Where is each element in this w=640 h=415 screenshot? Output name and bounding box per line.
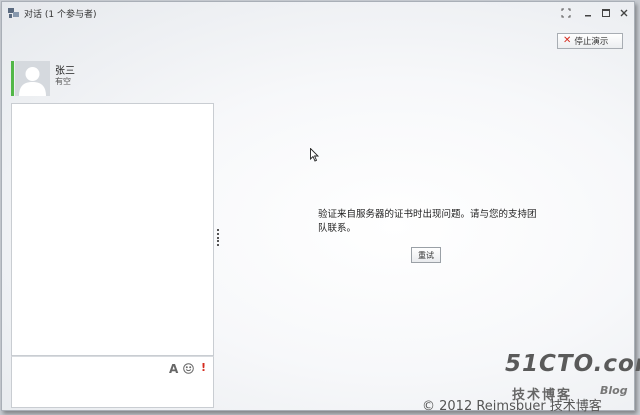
window-title: 对话 (1 个参与者) — [24, 10, 97, 20]
presence-indicator — [11, 61, 14, 96]
watermark-logo: 51CTO.com — [505, 351, 640, 377]
stop-presenting-label: 停止演示 — [574, 37, 609, 47]
watermark-copyright: © 2012 Reimsbuer 技术博客 — [422, 399, 602, 414]
avatar[interactable] — [15, 61, 50, 96]
minimize-icon[interactable] — [581, 6, 595, 20]
close-icon[interactable] — [617, 6, 631, 20]
font-button[interactable]: A — [169, 362, 178, 376]
high-importance-button[interactable]: ! — [201, 361, 206, 374]
maximize-icon[interactable] — [599, 6, 613, 20]
contact-name[interactable]: 张三 — [55, 62, 75, 77]
stop-presenting-button[interactable]: ✕ 停止演示 — [557, 33, 623, 49]
conversation-history[interactable] — [11, 103, 214, 356]
emoticon-icon[interactable] — [183, 363, 194, 374]
title-bar[interactable]: 对话 (1 个参与者) — [2, 2, 634, 24]
conversation-window: 对话 (1 个参与者) ✕ 停止演示 张三 有空 A ! 验证来自服务器的证书时… — [1, 1, 640, 414]
error-message: 验证来自服务器的证书时出现问题。请与您的支持团队联系。 — [318, 209, 537, 234]
message-input[interactable]: A ! — [11, 356, 214, 408]
contact-status: 有空 — [55, 77, 71, 86]
pane-splitter[interactable] — [216, 229, 219, 246]
fullscreen-icon[interactable] — [559, 6, 573, 20]
stop-icon: ✕ — [563, 35, 572, 46]
retry-button[interactable]: 重试 — [411, 247, 441, 263]
conversation-icon — [8, 7, 20, 19]
mouse-cursor-icon — [310, 147, 320, 162]
watermark-blog: Blog — [600, 384, 628, 397]
